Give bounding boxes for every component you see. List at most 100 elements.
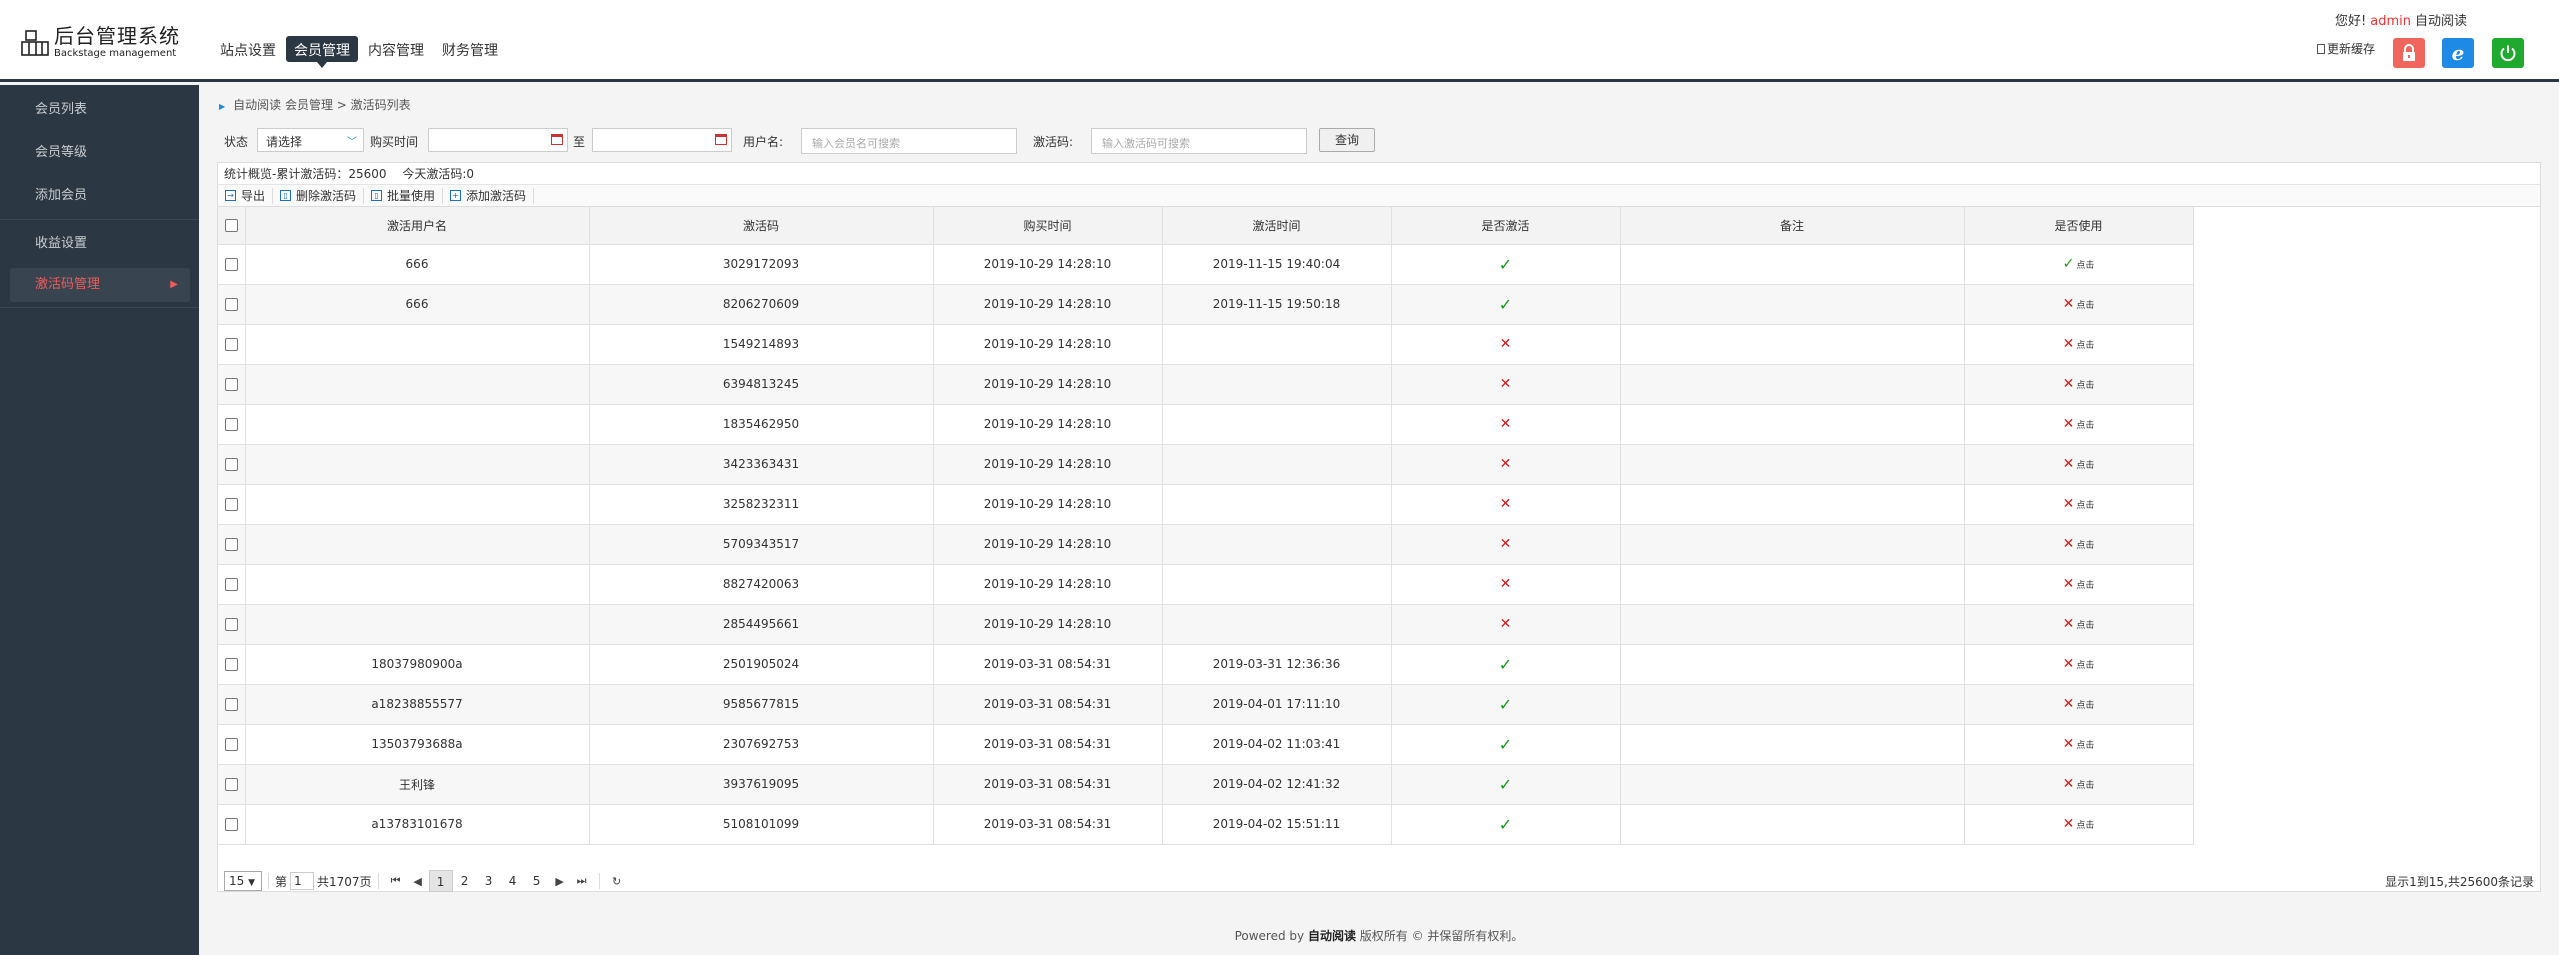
- username-cell: 王利锋: [245, 764, 590, 805]
- refresh-cache-link[interactable]: 更新缓存: [2317, 40, 2375, 57]
- username-cell: [245, 364, 590, 405]
- next-page-icon[interactable]: ▶: [549, 875, 571, 888]
- page-3[interactable]: 3: [477, 870, 501, 892]
- use-click-link[interactable]: 点击: [2076, 341, 2094, 351]
- col-header-used[interactable]: 是否使用: [1964, 207, 2194, 245]
- trash-icon: ▯: [280, 190, 292, 201]
- col-header-code[interactable]: 激活码: [589, 207, 934, 245]
- row-checkbox[interactable]: [224, 538, 238, 551]
- sidebar-item-member-list[interactable]: 会员列表: [10, 93, 190, 127]
- row-checkbox[interactable]: [224, 578, 238, 591]
- table-row: 6394813245 2019-10-29 14:28:10 ✕ ✕ 点击: [218, 364, 2194, 405]
- nav-content-management[interactable]: 内容管理: [360, 36, 432, 62]
- use-click-link[interactable]: 点击: [2076, 501, 2094, 511]
- sidebar-divider: [0, 219, 199, 220]
- use-click-link[interactable]: 点击: [2076, 741, 2094, 751]
- row-checkbox[interactable]: [224, 258, 238, 271]
- logout-button[interactable]: [2492, 38, 2524, 68]
- row-checkbox[interactable]: [224, 698, 238, 711]
- use-click-link[interactable]: 点击: [2076, 661, 2094, 671]
- browser-button[interactable]: e: [2442, 38, 2474, 68]
- lock-button[interactable]: [2393, 38, 2425, 68]
- page-5[interactable]: 5: [525, 870, 549, 892]
- use-click-link[interactable]: 点击: [2076, 421, 2094, 431]
- code-cell: 2854495661: [589, 604, 934, 645]
- row-checkbox[interactable]: [224, 818, 238, 831]
- row-checkbox[interactable]: [224, 658, 238, 671]
- page-number-input[interactable]: 1: [290, 872, 315, 890]
- row-checkbox[interactable]: [224, 298, 238, 311]
- use-click-link[interactable]: 点击: [2076, 781, 2094, 791]
- top-nav: 站点设置 会员管理 内容管理 财务管理: [212, 36, 508, 68]
- row-checkbox[interactable]: [224, 618, 238, 631]
- row-checkbox[interactable]: [224, 738, 238, 751]
- sidebar-item-income-settings[interactable]: 收益设置: [10, 227, 190, 261]
- row-checkbox[interactable]: [224, 378, 238, 391]
- first-page-icon[interactable]: ⏮: [385, 874, 407, 888]
- col-header-username[interactable]: 激活用户名: [245, 207, 590, 245]
- main-content: ▶ 自动阅读 会员管理 > 激活码列表 状态 请选择 ﹀ 购买时间 至 用户名: …: [199, 85, 2559, 955]
- page-2[interactable]: 2: [453, 870, 477, 892]
- sidebar-item-member-level[interactable]: 会员等级: [10, 136, 190, 170]
- add-code-button[interactable]: + 添加激活码: [443, 187, 535, 204]
- row-checkbox[interactable]: [224, 458, 238, 471]
- row-checkbox[interactable]: [224, 338, 238, 351]
- site-name: 自动阅读: [2414, 14, 2467, 29]
- use-click-link[interactable]: 点击: [2076, 621, 2094, 631]
- col-header-note[interactable]: 备注: [1620, 207, 1965, 245]
- code-search-input[interactable]: 输入激活码可搜索: [1091, 128, 1307, 154]
- page-size-value: 15: [229, 874, 245, 888]
- cross-icon: ✕: [2062, 736, 2075, 752]
- prev-page-icon[interactable]: ◀: [407, 875, 429, 888]
- use-click-link[interactable]: 点击: [2076, 581, 2094, 591]
- cross-icon: ✕: [1499, 536, 1512, 552]
- row-checkbox[interactable]: [224, 778, 238, 791]
- row-checkbox[interactable]: [224, 418, 238, 431]
- activation-time-cell: 2019-04-01 17:11:10: [1162, 684, 1392, 725]
- sidebar-item-activation-codes[interactable]: 激活码管理 ▶: [10, 268, 190, 302]
- col-header-activated[interactable]: 是否激活: [1391, 207, 1621, 245]
- username[interactable]: admin: [2370, 14, 2411, 29]
- nav-finance-management[interactable]: 财务管理: [434, 36, 506, 62]
- username-search-input[interactable]: 输入会员名可搜索: [801, 128, 1017, 154]
- trash-icon: ▯: [371, 190, 383, 201]
- power-icon: [2500, 45, 2516, 62]
- activated-cell: ✓: [1391, 764, 1621, 805]
- export-button[interactable]: → 导出: [218, 187, 274, 204]
- page-1[interactable]: 1: [428, 870, 453, 892]
- status-select[interactable]: 请选择 ﹀: [257, 128, 364, 152]
- use-click-link[interactable]: 点击: [2076, 261, 2094, 271]
- activation-time-cell: [1162, 524, 1392, 565]
- cross-icon: ✕: [2062, 496, 2075, 512]
- last-page-icon[interactable]: ⏭: [571, 874, 593, 888]
- today-codes: 今天激活码:0: [402, 167, 475, 181]
- buy-time-start-input[interactable]: [428, 128, 568, 152]
- activated-cell: ✓: [1391, 284, 1621, 325]
- activation-time-cell: [1162, 324, 1392, 365]
- query-button[interactable]: 查询: [1319, 128, 1375, 152]
- footer-brand[interactable]: 自动阅读: [1308, 929, 1356, 943]
- table-row: 18037980900a 2501905024 2019-03-31 08:54:3…: [218, 644, 2194, 685]
- username-cell: [245, 324, 590, 365]
- use-click-link[interactable]: 点击: [2076, 541, 2094, 551]
- col-header-activation-time[interactable]: 激活时间: [1162, 207, 1392, 245]
- row-select-cell: [218, 324, 246, 365]
- delete-code-button[interactable]: ▯ 删除激活码: [273, 187, 365, 204]
- use-click-link[interactable]: 点击: [2076, 301, 2094, 311]
- buy-time-end-input[interactable]: [592, 128, 732, 152]
- col-header-buy-time[interactable]: 购买时间: [933, 207, 1163, 245]
- select-all-checkbox[interactable]: [224, 219, 238, 233]
- table-row: 666 8206270609 2019-10-29 14:28:10 2019-11-…: [218, 284, 2194, 325]
- nav-member-management[interactable]: 会员管理: [286, 36, 358, 68]
- row-checkbox[interactable]: [224, 498, 238, 511]
- sidebar-item-add-member[interactable]: 添加会员: [10, 179, 190, 213]
- batch-use-button[interactable]: ▯ 批量使用: [364, 187, 444, 204]
- use-click-link[interactable]: 点击: [2076, 461, 2094, 471]
- refresh-icon[interactable]: ↻: [606, 875, 628, 888]
- page-size-select[interactable]: 15 ▼: [224, 871, 262, 891]
- use-click-link[interactable]: 点击: [2076, 821, 2094, 831]
- use-click-link[interactable]: 点击: [2076, 381, 2094, 391]
- page-4[interactable]: 4: [501, 870, 525, 892]
- use-click-link[interactable]: 点击: [2076, 701, 2094, 711]
- nav-site-settings[interactable]: 站点设置: [212, 36, 284, 62]
